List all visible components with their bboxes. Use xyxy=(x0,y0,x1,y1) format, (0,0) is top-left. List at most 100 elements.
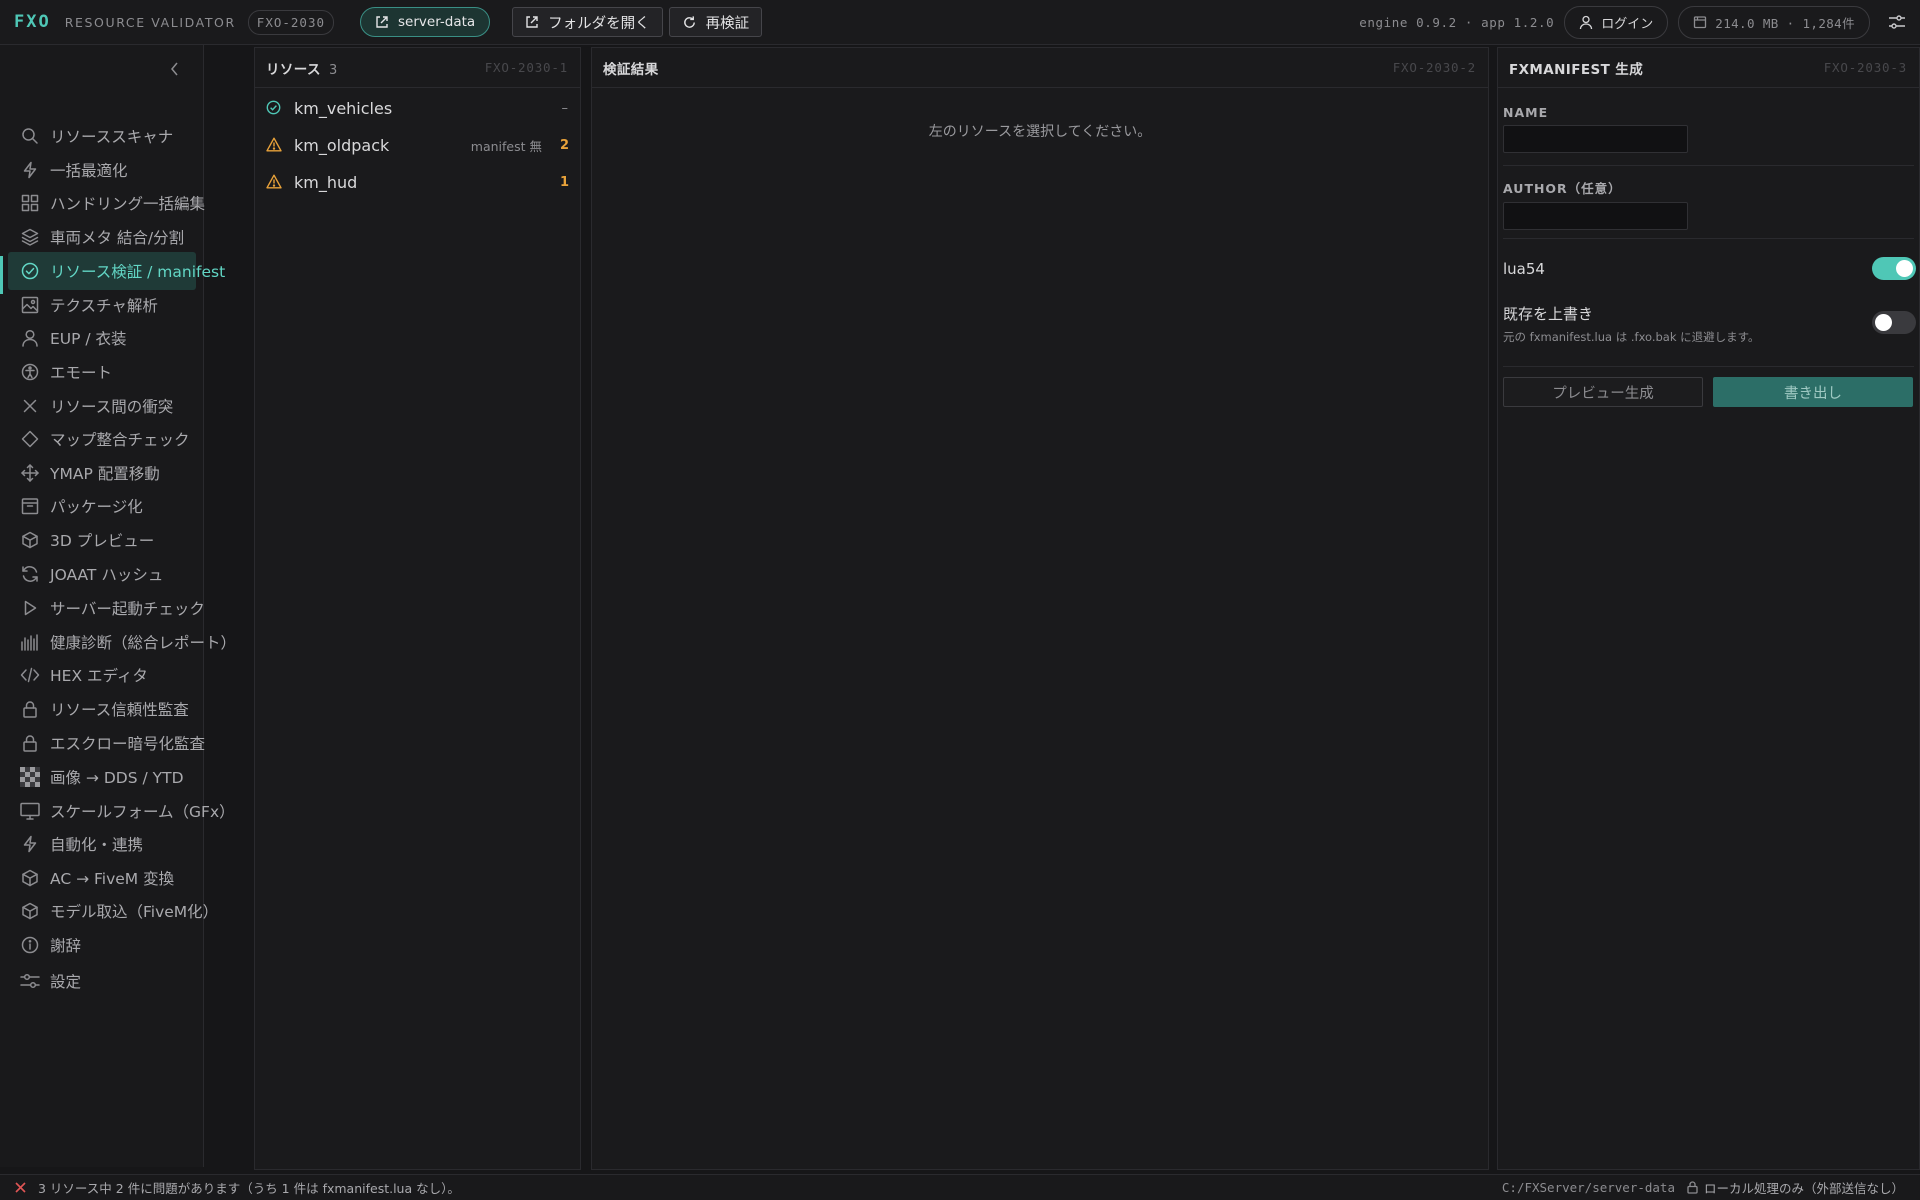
sidebar-item[interactable]: リソーススキャナ xyxy=(8,117,196,155)
sidebar-item-label: サーバー起動チェック xyxy=(50,600,205,618)
name-label: NAME xyxy=(1503,105,1549,120)
sidebar-item[interactable]: パッケージ化 xyxy=(8,487,196,525)
server-selector[interactable]: server-data xyxy=(360,7,491,37)
resource-name: km_oldpack xyxy=(294,136,390,155)
sliders-icon xyxy=(20,971,40,991)
sidebar-item-label: 車両メタ 結合/分割 xyxy=(50,229,185,247)
sidebar-item[interactable]: マップ整合チェック xyxy=(8,420,196,458)
preview-button[interactable]: プレビュー生成 xyxy=(1503,377,1703,407)
grid-icon xyxy=(20,193,40,213)
sidebar-item[interactable]: 車両メタ 結合/分割 xyxy=(8,218,196,256)
manifest-panel: FXMANIFEST 生成 FXO-2030-3 NAME AUTHOR（任意）… xyxy=(1497,47,1920,1170)
bars-icon xyxy=(20,632,40,652)
sidebar-item-label: ハンドリング一括編集 xyxy=(50,195,206,213)
sidebar-item-label: HEX エディタ xyxy=(50,667,148,685)
login-label: ログイン xyxy=(1601,16,1654,32)
sidebar-item[interactable]: 画像 → DDS / YTD xyxy=(8,758,196,796)
sidebar-item-label: リソース検証 / manifest xyxy=(50,263,226,281)
user-icon xyxy=(20,328,40,348)
issue-count: – xyxy=(561,101,569,116)
sidebar-item[interactable]: 謝辞 xyxy=(8,926,196,964)
app-code-badge: FXO-2030 xyxy=(247,9,335,35)
storage-stats: 214.0 MB · 1,284件 xyxy=(1678,5,1870,39)
resource-row[interactable]: km_vehicles – xyxy=(255,90,580,127)
external-link-icon xyxy=(525,15,539,29)
check-circle-icon xyxy=(20,261,40,281)
sidebar-item[interactable]: 設定 xyxy=(8,962,196,1000)
sidebar-item-label: 自動化・連携 xyxy=(50,836,144,854)
cube-icon xyxy=(20,901,40,921)
login-button[interactable]: ログイン xyxy=(1564,5,1669,39)
active-indicator xyxy=(0,256,3,294)
warning-icon xyxy=(266,174,284,192)
storage-stats-text: 214.0 MB · 1,284件 xyxy=(1715,15,1855,31)
lock-icon xyxy=(1687,1181,1698,1194)
sidebar-item-label: 健康診断（総合レポート） xyxy=(50,634,237,652)
sidebar-item[interactable]: リソース信頼性監査 xyxy=(8,690,196,728)
preferences-icon[interactable] xyxy=(1888,14,1906,30)
sidebar-item-label: AC → FiveM 変換 xyxy=(50,870,175,888)
code-icon xyxy=(20,665,40,685)
warning-icon xyxy=(266,137,284,155)
status-message: 3 リソース中 2 件に問題があります（うち 1 件は fxmanifest.l… xyxy=(38,1181,460,1196)
lua54-toggle[interactable] xyxy=(1872,257,1916,280)
collapse-sidebar-icon[interactable] xyxy=(170,62,179,76)
panel-code: FXO-2030-1 xyxy=(484,60,568,75)
sidebar-item-label: マップ整合チェック xyxy=(50,431,190,449)
sidebar-item-label: テクスチャ解析 xyxy=(50,297,158,315)
brand-logo: FXO xyxy=(14,12,51,32)
export-button[interactable]: 書き出し xyxy=(1713,377,1913,407)
author-input[interactable] xyxy=(1503,202,1688,230)
overwrite-toggle[interactable] xyxy=(1872,311,1916,334)
sidebar-item[interactable]: サーバー起動チェック xyxy=(8,589,205,627)
accessibility-icon xyxy=(20,362,40,382)
cube-icon xyxy=(20,868,40,888)
sidebar-item[interactable]: モデル取込（FiveM化） xyxy=(8,892,218,930)
error-icon xyxy=(15,1182,26,1193)
refresh-icon xyxy=(682,15,697,30)
sidebar-item[interactable]: HEX エディタ xyxy=(8,656,196,694)
sidebar-item[interactable]: ハンドリング一括編集 xyxy=(8,184,205,222)
open-folder-label: フォルダを開く xyxy=(548,15,650,32)
x-icon xyxy=(20,396,40,416)
lock-icon xyxy=(20,733,40,753)
resources-panel: リソース 3 FXO-2030-1 km_vehicles – km_oldpack m… xyxy=(254,47,581,1170)
move-icon xyxy=(20,463,40,483)
revalidate-button[interactable]: 再検証 xyxy=(668,7,763,37)
resources-title: リソース 3 xyxy=(266,61,338,78)
results-title: 検証結果 xyxy=(603,61,659,78)
play-icon xyxy=(20,598,40,618)
resource-note: manifest 無 xyxy=(470,139,542,154)
bolt-icon xyxy=(20,834,40,854)
top-bar: FXO RESOURCE VALIDATOR FXO-2030 server-d… xyxy=(0,0,1920,45)
sidebar-item-label: リソース信頼性監査 xyxy=(50,701,189,719)
sidebar-item[interactable]: リソース検証 / manifest xyxy=(8,252,225,290)
sidebar-item-label: 設定 xyxy=(50,973,82,991)
sidebar-item[interactable]: JOAAT ハッシュ xyxy=(8,555,196,593)
sidebar-item[interactable]: エモート xyxy=(8,353,196,391)
results-placeholder: 左のリソースを選択してください。 xyxy=(928,124,1152,140)
name-input[interactable] xyxy=(1503,125,1688,153)
sidebar-item[interactable]: EUP / 衣装 xyxy=(8,319,196,357)
resource-row[interactable]: km_oldpack manifest 無 2 xyxy=(255,127,580,164)
overwrite-hint: 元の fxmanifest.lua は .fxo.bak に退避します。 xyxy=(1503,330,1760,344)
sidebar-item[interactable]: 3D プレビュー xyxy=(8,521,196,559)
image-icon xyxy=(20,295,40,315)
panel-code: FXO-2030-2 xyxy=(1392,60,1476,75)
resource-row[interactable]: km_hud 1 xyxy=(255,164,580,201)
sidebar-item[interactable]: エスクロー暗号化監査 xyxy=(8,724,205,762)
diamond-icon xyxy=(20,429,40,449)
author-label: AUTHOR（任意） xyxy=(1503,181,1622,196)
refresh-icon xyxy=(20,564,40,584)
panel-code: FXO-2030-3 xyxy=(1823,60,1907,75)
results-panel: 検証結果 FXO-2030-2 左のリソースを選択してください。 xyxy=(591,47,1489,1170)
sidebar-item-label: スケールフォーム（GFx） xyxy=(50,803,235,821)
sidebar-item[interactable]: 自動化・連携 xyxy=(8,825,196,863)
issue-count: 1 xyxy=(560,175,570,190)
status-bar: 3 リソース中 2 件に問題があります（うち 1 件は fxmanifest.l… xyxy=(0,1174,1920,1200)
archive-icon xyxy=(20,496,40,516)
open-folder-button[interactable]: フォルダを開く xyxy=(512,7,663,37)
resource-name: km_hud xyxy=(294,173,358,192)
sidebar-item-label: 画像 → DDS / YTD xyxy=(50,769,184,787)
server-name: server-data xyxy=(398,14,476,30)
